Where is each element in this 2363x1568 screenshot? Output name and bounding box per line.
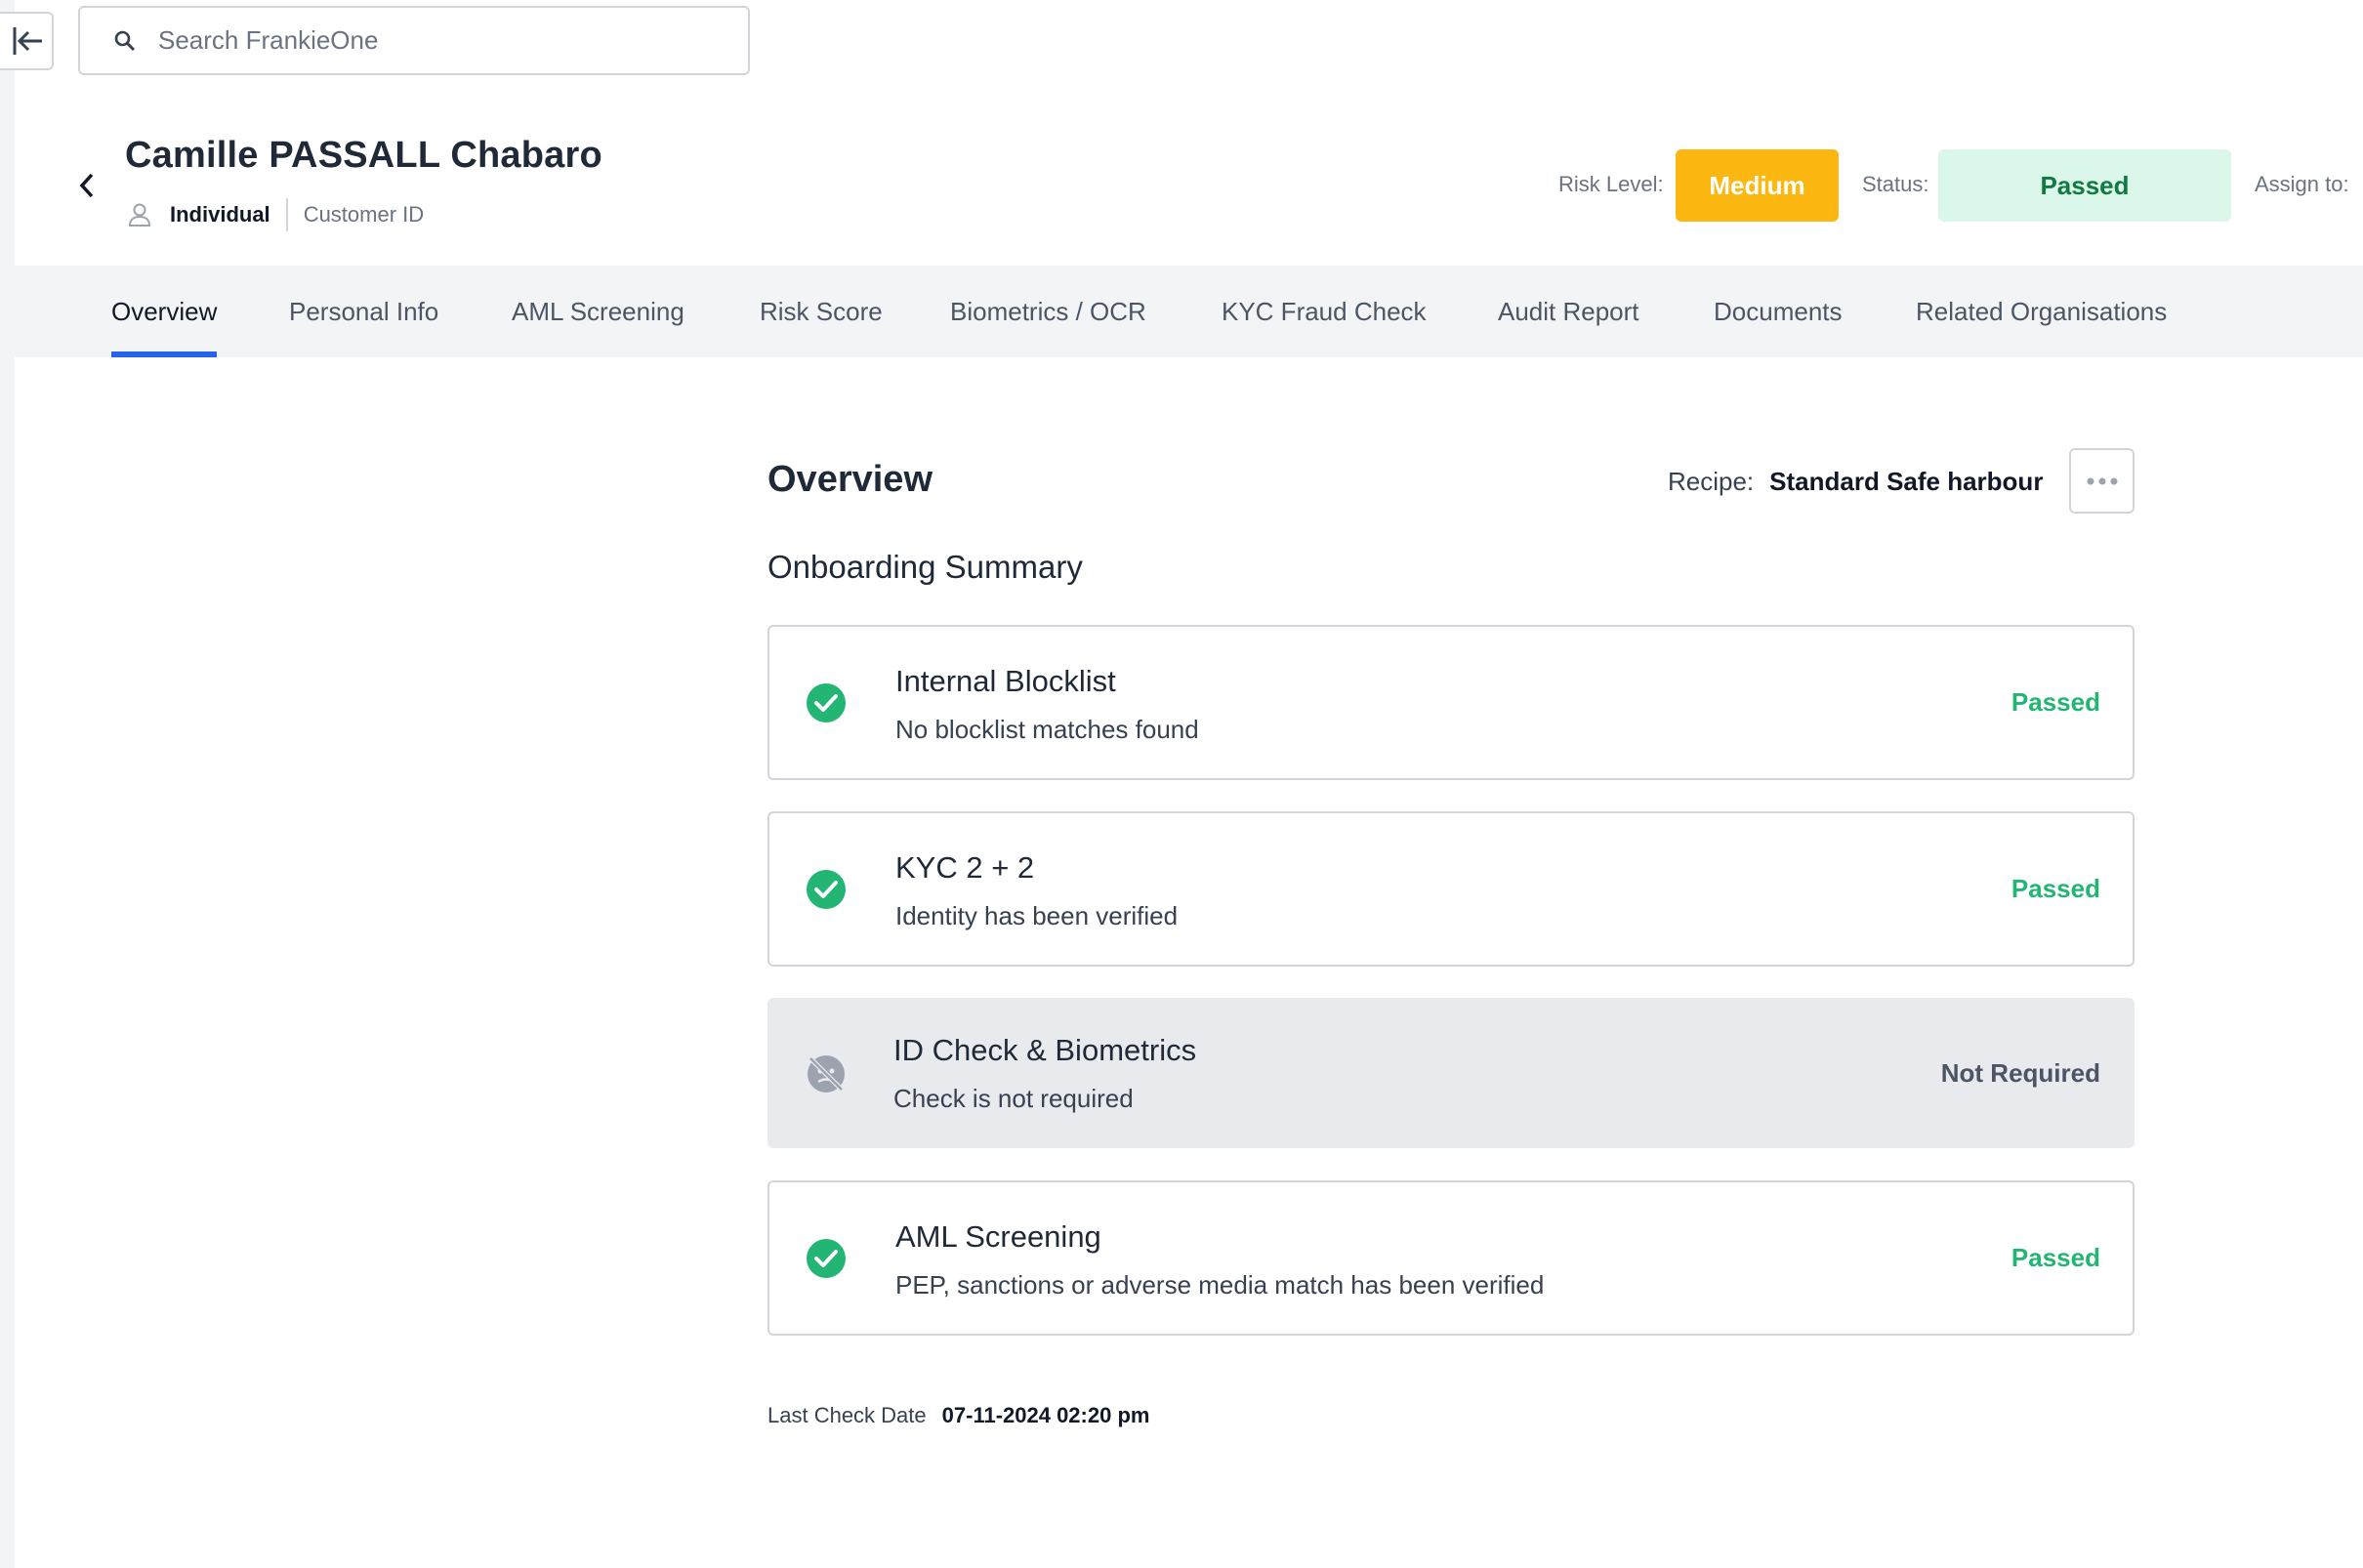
status-badge[interactable]: Passed (1938, 149, 2231, 222)
assign-to-label: Assign to: (2255, 172, 2349, 196)
check-description: Identity has been verified (895, 901, 1179, 930)
tab-documents[interactable]: Documents (1714, 266, 1843, 357)
check-card-kyc[interactable]: KYC 2 + 2 Identity has been verified Pas… (767, 811, 2135, 967)
entity-type: Individual (170, 202, 270, 227)
entity-name: Camille PASSALL Chabaro (125, 135, 602, 176)
check-status: Passed (2011, 1243, 2100, 1272)
check-card-internal-blocklist[interactable]: Internal Blocklist No blocklist matches … (767, 625, 2135, 780)
customer-id: Customer ID (303, 202, 425, 227)
last-check-label: Last Check Date (767, 1403, 927, 1427)
tab-personal-info[interactable]: Personal Info (289, 266, 438, 357)
last-check-date: Last Check Date 07-11-2024 02:20 pm (767, 1403, 1149, 1428)
check-status: Passed (2011, 874, 2100, 903)
risk-level-badge[interactable]: Medium (1676, 149, 1839, 222)
collapse-left-icon (13, 27, 42, 55)
recipe: Recipe: Standard Safe harbour (1668, 467, 2043, 497)
tab-risk-score[interactable]: Risk Score (760, 266, 883, 357)
meta-divider (285, 198, 288, 231)
check-title: KYC 2 + 2 (895, 850, 1035, 885)
check-circle-icon (807, 870, 846, 909)
check-status: Not Required (1940, 1058, 2100, 1088)
overview-title: Overview (767, 459, 933, 500)
recipe-value: Standard Safe harbour (1769, 467, 2044, 496)
tab-related-organisations[interactable]: Related Organisations (1916, 266, 2167, 357)
check-description: PEP, sanctions or adverse media match ha… (895, 1270, 1545, 1300)
tab-kyc-fraud-check[interactable]: KYC Fraud Check (1222, 266, 1427, 357)
more-horizontal-icon (2087, 477, 2117, 484)
tab-biometrics-ocr[interactable]: Biometrics / OCR (950, 266, 1146, 357)
check-circle-icon (807, 1239, 846, 1278)
status-label: Status: (1862, 172, 1929, 196)
page: Camille PASSALL Chabaro Individual Custo… (0, 0, 2363, 1568)
check-description: No blocklist matches found (895, 715, 1199, 744)
tab-audit-report[interactable]: Audit Report (1498, 266, 1639, 357)
tab-bar: Overview Personal Info AML Screening Ris… (15, 266, 2363, 357)
search-icon (114, 30, 136, 51)
check-card-aml-screening[interactable]: AML Screening PEP, sanctions or adverse … (767, 1180, 2135, 1336)
recipe-label: Recipe: (1668, 467, 1755, 496)
check-title: Internal Blocklist (895, 664, 1116, 698)
check-card-id-biometrics[interactable]: ID Check & Biometrics Check is not requi… (767, 998, 2135, 1148)
check-title: AML Screening (895, 1219, 1101, 1254)
back-button[interactable] (72, 168, 102, 203)
tab-overview[interactable]: Overview (111, 266, 218, 357)
onboarding-summary-title: Onboarding Summary (767, 549, 1083, 585)
check-description: Check is not required (893, 1084, 1134, 1113)
tab-aml-screening[interactable]: AML Screening (512, 266, 684, 357)
person-icon (128, 203, 151, 227)
left-rail (0, 0, 15, 1568)
last-check-value: 07-11-2024 02:20 pm (941, 1403, 1150, 1427)
check-circle-icon (807, 683, 846, 722)
check-status: Passed (2011, 687, 2100, 717)
entity-meta: Individual Customer ID (127, 197, 424, 232)
collapse-sidebar-button[interactable] (0, 12, 54, 70)
check-title: ID Check & Biometrics (893, 1033, 1197, 1067)
no-face-icon (808, 1055, 845, 1093)
search-box[interactable] (78, 6, 750, 75)
search-input[interactable] (158, 25, 705, 56)
risk-level-label: Risk Level: (1558, 172, 1664, 196)
chevron-left-icon (79, 173, 94, 198)
more-options-button[interactable] (2069, 448, 2135, 514)
